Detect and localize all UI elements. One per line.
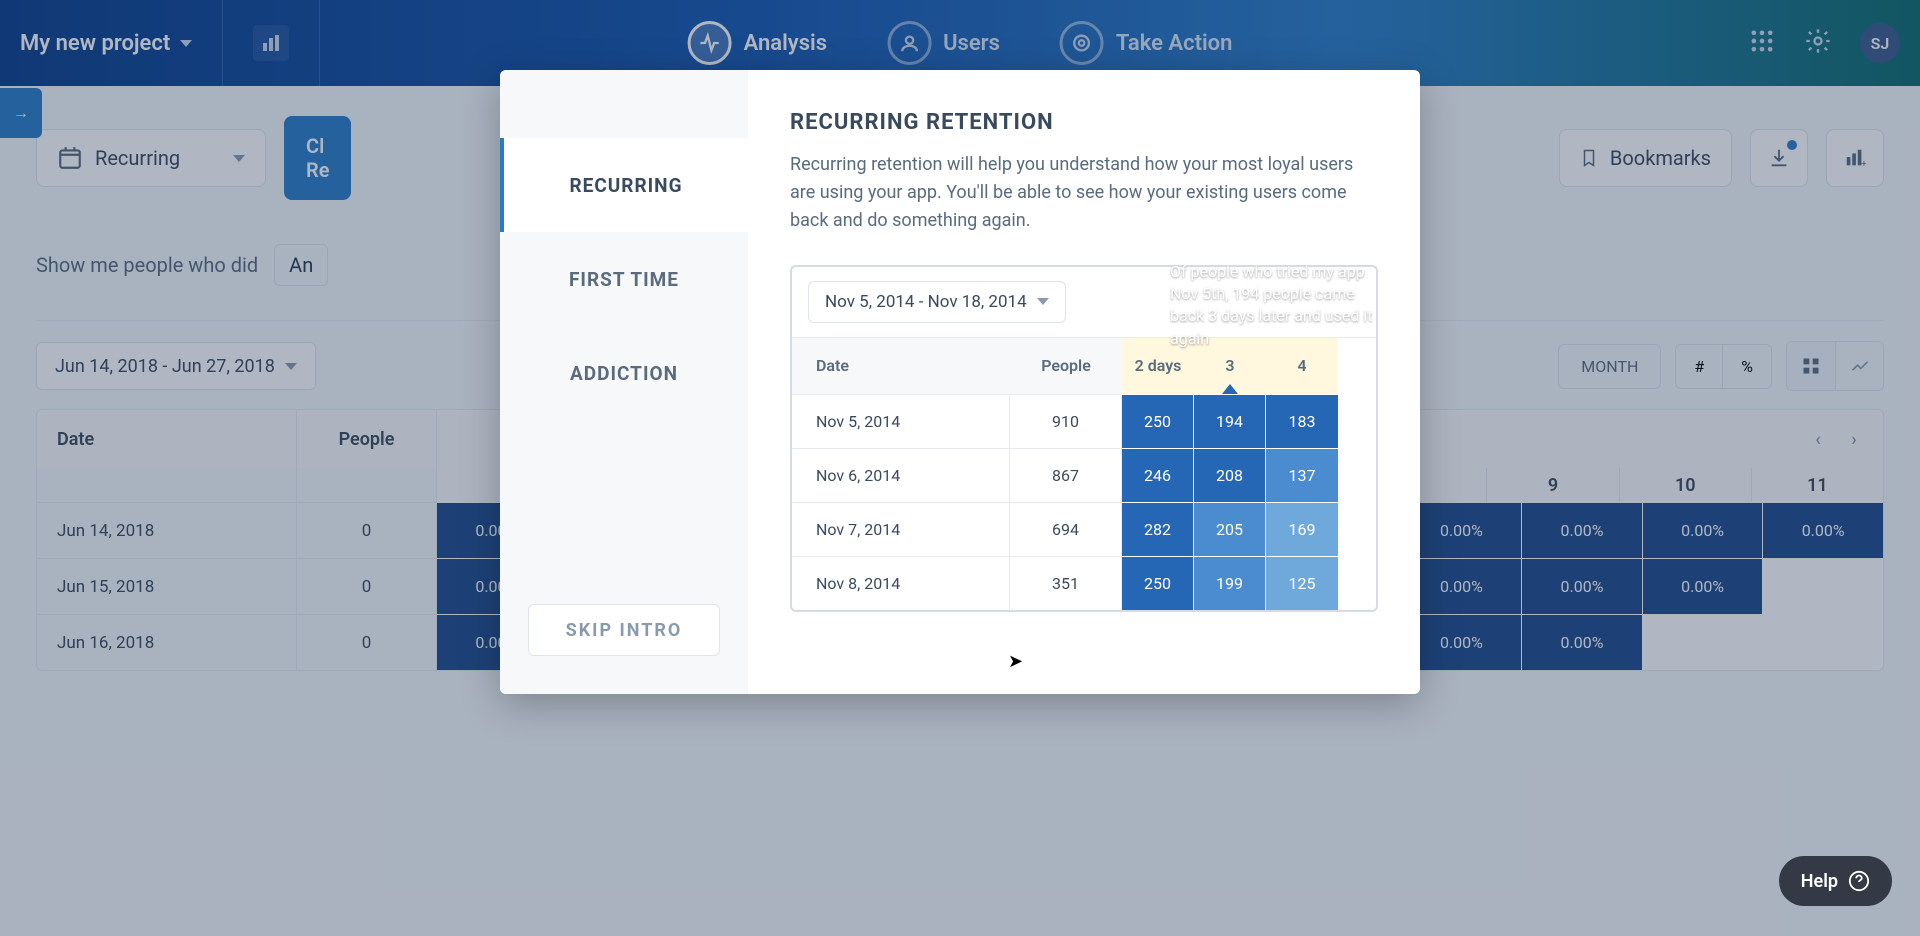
help-icon bbox=[1848, 870, 1870, 892]
ex-cell: 137 bbox=[1266, 448, 1338, 502]
modal-sidebar: RECURRING FIRST TIME ADDICTION SKIP INTR… bbox=[500, 70, 748, 694]
help-button[interactable]: Help bbox=[1779, 856, 1892, 906]
skip-intro-button[interactable]: SKIP INTRO bbox=[528, 604, 720, 656]
ex-cell: 205 bbox=[1194, 502, 1265, 556]
ex-people: 351 bbox=[1010, 556, 1121, 610]
example-tooltip: Of people who tried my app Nov 5th, 194 … bbox=[1166, 261, 1384, 351]
ex-date: Nov 6, 2014 bbox=[792, 448, 1009, 502]
ex-people: 910 bbox=[1010, 394, 1121, 448]
ex-cell: 125 bbox=[1266, 556, 1338, 610]
help-label: Help bbox=[1801, 871, 1838, 892]
ex-people: 694 bbox=[1010, 502, 1121, 556]
ex-date: Nov 7, 2014 bbox=[792, 502, 1009, 556]
ex-cell: 246 bbox=[1122, 448, 1193, 502]
example-table: Nov 5, 2014 - Nov 18, 2014 Of people who… bbox=[790, 265, 1378, 612]
modal-tab-addiction[interactable]: ADDICTION bbox=[500, 326, 748, 420]
modal-tab-first-time[interactable]: FIRST TIME bbox=[500, 232, 748, 326]
ex-header-people: People bbox=[1010, 338, 1122, 394]
ex-cell: 282 bbox=[1122, 502, 1193, 556]
example-date-picker[interactable]: Nov 5, 2014 - Nov 18, 2014 bbox=[808, 281, 1066, 323]
ex-cell: 208 bbox=[1194, 448, 1265, 502]
ex-date: Nov 8, 2014 bbox=[792, 556, 1009, 610]
modal-title: RECURRING RETENTION bbox=[790, 110, 1378, 135]
ex-cell: 183 bbox=[1266, 394, 1338, 448]
ex-cell: 250 bbox=[1122, 556, 1193, 610]
ex-header-date: Date bbox=[792, 338, 1010, 394]
modal-body: RECURRING RETENTION Recurring retention … bbox=[748, 70, 1420, 694]
cursor-icon: ➤ bbox=[1008, 651, 1023, 672]
ex-cell: 194 bbox=[1194, 394, 1265, 448]
ex-cell: 250 bbox=[1122, 394, 1193, 448]
intro-modal: RECURRING FIRST TIME ADDICTION SKIP INTR… bbox=[500, 70, 1420, 694]
ex-people: 867 bbox=[1010, 448, 1121, 502]
modal-description: Recurring retention will help you unders… bbox=[790, 151, 1378, 235]
ex-cell: 199 bbox=[1194, 556, 1265, 610]
chevron-down-icon bbox=[1037, 298, 1049, 305]
pointer-triangle-icon bbox=[1222, 384, 1238, 394]
ex-date: Nov 5, 2014 bbox=[792, 394, 1009, 448]
ex-cell: 169 bbox=[1266, 502, 1338, 556]
modal-tab-recurring[interactable]: RECURRING bbox=[500, 138, 748, 232]
